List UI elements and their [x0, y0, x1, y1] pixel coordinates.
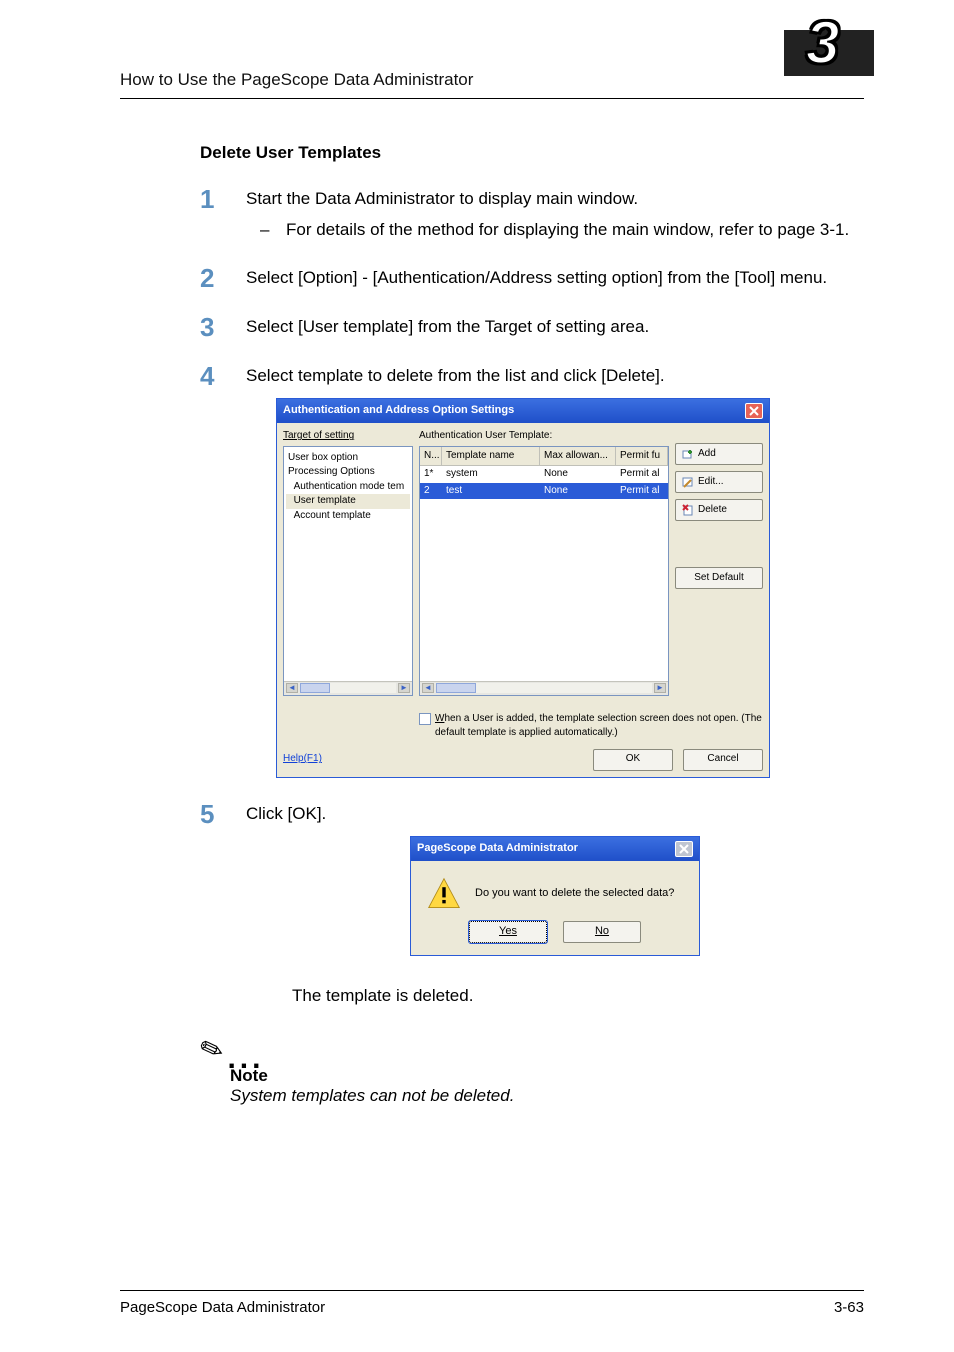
step-subtext: For details of the method for displaying…	[246, 218, 864, 243]
auth-address-options-dialog: Authentication and Address Option Settin…	[276, 398, 770, 778]
footer-left: PageScope Data Administrator	[120, 1299, 325, 1316]
dialog-titlebar[interactable]: Authentication and Address Option Settin…	[277, 399, 769, 423]
footer-page-number: 3-63	[834, 1299, 864, 1316]
step-text: Select [User template] from the Target o…	[246, 317, 649, 336]
note-icon: ✎ ...	[200, 1033, 864, 1066]
horizontal-scrollbar[interactable]: ◄ ►	[284, 681, 412, 695]
auto-apply-label: When a User is added, the template selec…	[435, 712, 763, 741]
scroll-right-icon[interactable]: ►	[398, 683, 410, 693]
step-number: 4	[200, 358, 214, 396]
step-number: 5	[200, 796, 214, 834]
delete-icon	[682, 504, 694, 516]
auto-apply-checkbox[interactable]	[419, 713, 431, 725]
note-body: System templates can not be deleted.	[230, 1086, 864, 1106]
tree-item-selected[interactable]: User template	[286, 494, 410, 509]
tree-item[interactable]: Account template	[286, 509, 410, 524]
target-tree[interactable]: User box option Processing Options Authe…	[283, 446, 413, 696]
chapter-badge: 3	[804, 30, 864, 90]
note-heading: Note	[230, 1066, 864, 1086]
add-icon	[682, 448, 694, 460]
add-button[interactable]: Add	[675, 443, 763, 465]
table-row-selected[interactable]: 2 test None Permit al	[420, 483, 668, 500]
edit-icon	[682, 476, 694, 488]
close-icon[interactable]	[675, 841, 693, 857]
target-of-setting-label: TTarget of settingarget of setting	[283, 429, 354, 444]
horizontal-scrollbar[interactable]: ◄ ►	[420, 681, 668, 695]
scroll-left-icon[interactable]: ◄	[422, 683, 434, 693]
table-header[interactable]: N...	[420, 447, 442, 466]
table-row[interactable]: 1* system None Permit al	[420, 466, 668, 483]
confirm-delete-dialog: PageScope Data Administrator Do you want…	[410, 836, 700, 956]
set-default-button[interactable]: Set Default	[675, 567, 763, 589]
scroll-right-icon[interactable]: ►	[654, 683, 666, 693]
step-text: Select template to delete from the list …	[246, 366, 665, 385]
edit-button[interactable]: Edit...	[675, 471, 763, 493]
cancel-button[interactable]: Cancel	[683, 749, 763, 771]
step-number: 1	[200, 181, 214, 219]
table-header[interactable]: Permit fu	[616, 447, 668, 466]
yes-button[interactable]: Yes	[469, 921, 547, 943]
tree-item[interactable]: Processing Options	[286, 465, 410, 480]
step-text: Select [Option] - [Authentication/Addres…	[246, 268, 827, 287]
result-text: The template is deleted.	[292, 984, 864, 1009]
help-link[interactable]: Help(F1)	[283, 752, 322, 767]
step-number: 2	[200, 260, 214, 298]
dialog-titlebar[interactable]: PageScope Data Administrator	[411, 837, 699, 861]
pencil-icon: ✎	[195, 1030, 228, 1069]
dialog-title: Authentication and Address Option Settin…	[283, 403, 514, 419]
step-number: 3	[200, 309, 214, 347]
tree-item[interactable]: User box option	[286, 451, 410, 466]
dialog-title: PageScope Data Administrator	[417, 841, 578, 857]
table-header[interactable]: Max allowan...	[540, 447, 616, 466]
step-text: Click [OK].	[246, 804, 326, 823]
table-caption: Authentication User Template:	[419, 429, 669, 444]
table-header[interactable]: Template name	[442, 447, 540, 466]
no-button[interactable]: No	[563, 921, 641, 943]
templates-table[interactable]: N... Template name Max allowan... Permit…	[419, 446, 669, 696]
tree-item[interactable]: Authentication mode tem	[286, 480, 410, 495]
close-icon[interactable]	[745, 403, 763, 419]
delete-button[interactable]: Delete	[675, 499, 763, 521]
warning-icon	[427, 877, 461, 911]
step-text: Start the Data Administrator to display …	[246, 189, 638, 208]
confirm-message: Do you want to delete the selected data?	[475, 886, 674, 902]
page-header-title: How to Use the PageScope Data Administra…	[120, 70, 473, 90]
ok-button[interactable]: OK	[593, 749, 673, 771]
chapter-number: 3	[806, 8, 839, 77]
section-title: Delete User Templates	[200, 143, 864, 163]
scroll-left-icon[interactable]: ◄	[286, 683, 298, 693]
